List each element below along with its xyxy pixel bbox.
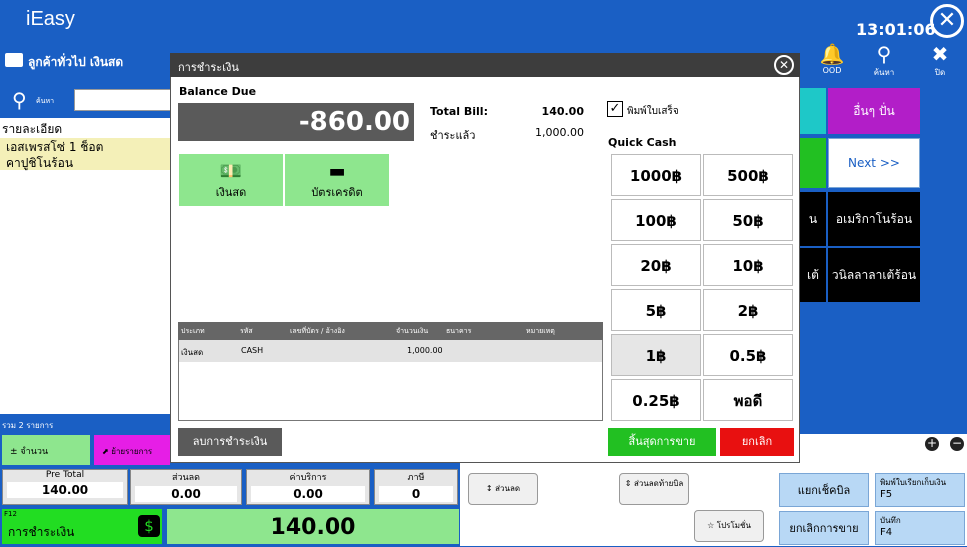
- ood-button[interactable]: 🔔 OOD: [812, 42, 852, 75]
- move-item-button[interactable]: ⬈ ย้ายรายการ: [94, 435, 170, 465]
- discount-box: ส่วนลด 0.00: [130, 469, 242, 505]
- paid-label: ชำระแล้ว: [430, 129, 476, 142]
- promotion-button[interactable]: ☆ โปรโมชั่น: [694, 510, 764, 542]
- menu-item-green[interactable]: [800, 138, 826, 188]
- balance-due-value: -860.00: [178, 103, 414, 141]
- service-charge-box: ค่าบริการ 0.00: [246, 469, 370, 505]
- close-icon[interactable]: ✕: [774, 55, 794, 75]
- next-page-button[interactable]: Next >>: [828, 138, 920, 188]
- clock: 13:01:06: [856, 20, 936, 39]
- save-button[interactable]: บันทึก F4: [875, 511, 965, 545]
- minus-icon[interactable]: −: [950, 437, 964, 451]
- quick-cash-label: Quick Cash: [608, 136, 677, 149]
- quick-cash-button[interactable]: 100฿: [611, 199, 701, 241]
- print-bill-button[interactable]: พิมพ์ใบเรียกเก็บเงิน F5: [875, 473, 965, 507]
- cancel-button[interactable]: ยกเลิก: [720, 428, 794, 456]
- payments-table-header: ประเภท รหัส เลขที่บัตร / อ้างอิง จำนวนเง…: [178, 322, 603, 340]
- search-icon[interactable]: ⚲: [12, 88, 38, 114]
- search-icon: ⚲: [876, 42, 892, 66]
- pre-total-box: Pre Total 140.00: [2, 469, 128, 505]
- cancel-sale-button[interactable]: ยกเลิกการขาย: [779, 511, 869, 545]
- quick-cash-button[interactable]: 0.25฿: [611, 379, 701, 421]
- dollar-icon: $: [138, 515, 160, 537]
- grand-total: 140.00: [167, 509, 459, 544]
- list-item[interactable]: เอสเพรสโซ่ 1 ช็อต: [0, 138, 172, 154]
- menu-item-partial[interactable]: เต้: [800, 248, 826, 302]
- end-bill-discount-button[interactable]: ⇕ ส่วนลดท้ายบิล: [619, 473, 689, 505]
- quick-cash-button[interactable]: 0.5฿: [703, 334, 793, 376]
- quick-cash-button[interactable]: 10฿: [703, 244, 793, 286]
- quantity-button[interactable]: ± จำนวน: [2, 435, 90, 465]
- list-item[interactable]: คาปูชิโนร้อน: [0, 154, 172, 170]
- search-top-button[interactable]: ⚲ ค้นหา: [864, 42, 904, 79]
- credit-card-icon: ▬: [328, 161, 346, 182]
- search-label: ค้นหา: [36, 97, 55, 105]
- order-list-header: รายละเอียด: [2, 122, 63, 136]
- quick-cash-button[interactable]: 1000฿: [611, 154, 701, 196]
- close-app-icon[interactable]: ✕: [930, 4, 964, 38]
- customer-name[interactable]: ลูกค้าทั่วไป เงินสด: [28, 53, 123, 72]
- tax-box: ภาษี 0: [374, 469, 458, 505]
- quick-cash-button[interactable]: 50฿: [703, 199, 793, 241]
- total-bill-label: Total Bill:: [430, 105, 488, 118]
- print-receipt-checkbox[interactable]: ✓: [607, 101, 623, 117]
- cash-method-button[interactable]: 💵 เงินสด: [179, 154, 283, 206]
- print-receipt-label: พิมพ์ใบเสร็จ: [627, 106, 679, 117]
- customer-icon: [5, 53, 23, 67]
- menu-item-partial[interactable]: น: [800, 192, 826, 246]
- exact-amount-button[interactable]: พอดี: [703, 379, 793, 421]
- quick-cash-button[interactable]: 1฿: [611, 334, 701, 376]
- total-bill-value: 140.00: [541, 105, 584, 118]
- remove-payment-button[interactable]: ลบการชำระเงิน: [178, 428, 282, 456]
- top-bar: [0, 0, 967, 48]
- menu-item-teal[interactable]: [800, 88, 826, 134]
- discount-tool-button[interactable]: ↕ ส่วนลด: [468, 473, 538, 505]
- finish-sale-button[interactable]: สิ้นสุดการขาย: [608, 428, 716, 456]
- app-logo: iEasy: [26, 8, 75, 30]
- quick-cash-button[interactable]: 500฿: [703, 154, 793, 196]
- menu-item-vanilla-latte-hot[interactable]: วนิลลาลาเต้ร้อน: [828, 248, 920, 302]
- quick-cash-button[interactable]: 20฿: [611, 244, 701, 286]
- search-input[interactable]: [74, 89, 174, 111]
- balance-due-label: Balance Due: [179, 85, 257, 98]
- cash-hand-icon: 💵: [219, 161, 243, 182]
- split-bill-button[interactable]: แยกเช็คบิล: [779, 473, 869, 507]
- item-count: รวม 2 รายการ: [2, 421, 54, 430]
- plus-icon[interactable]: +: [925, 437, 939, 451]
- table-row[interactable]: เงินสด CASH 1,000.00: [179, 340, 602, 362]
- menu-item-americano-hot[interactable]: อเมริกาโนร้อน: [828, 192, 920, 246]
- menu-item-other[interactable]: อื่นๆ ปั่น: [828, 88, 920, 134]
- credit-card-method-button[interactable]: ▬ บัตรเครดิต: [285, 154, 389, 206]
- dialog-title: การชำระเงิน: [170, 53, 800, 77]
- quick-cash-button[interactable]: 2฿: [703, 289, 793, 331]
- bell-icon: 🔔: [819, 42, 845, 66]
- quick-cash-button[interactable]: 5฿: [611, 289, 701, 331]
- close-icon: ✖: [931, 42, 949, 66]
- close-top-button[interactable]: ✖ ปิด: [920, 42, 960, 79]
- paid-value: 1,000.00: [535, 126, 584, 139]
